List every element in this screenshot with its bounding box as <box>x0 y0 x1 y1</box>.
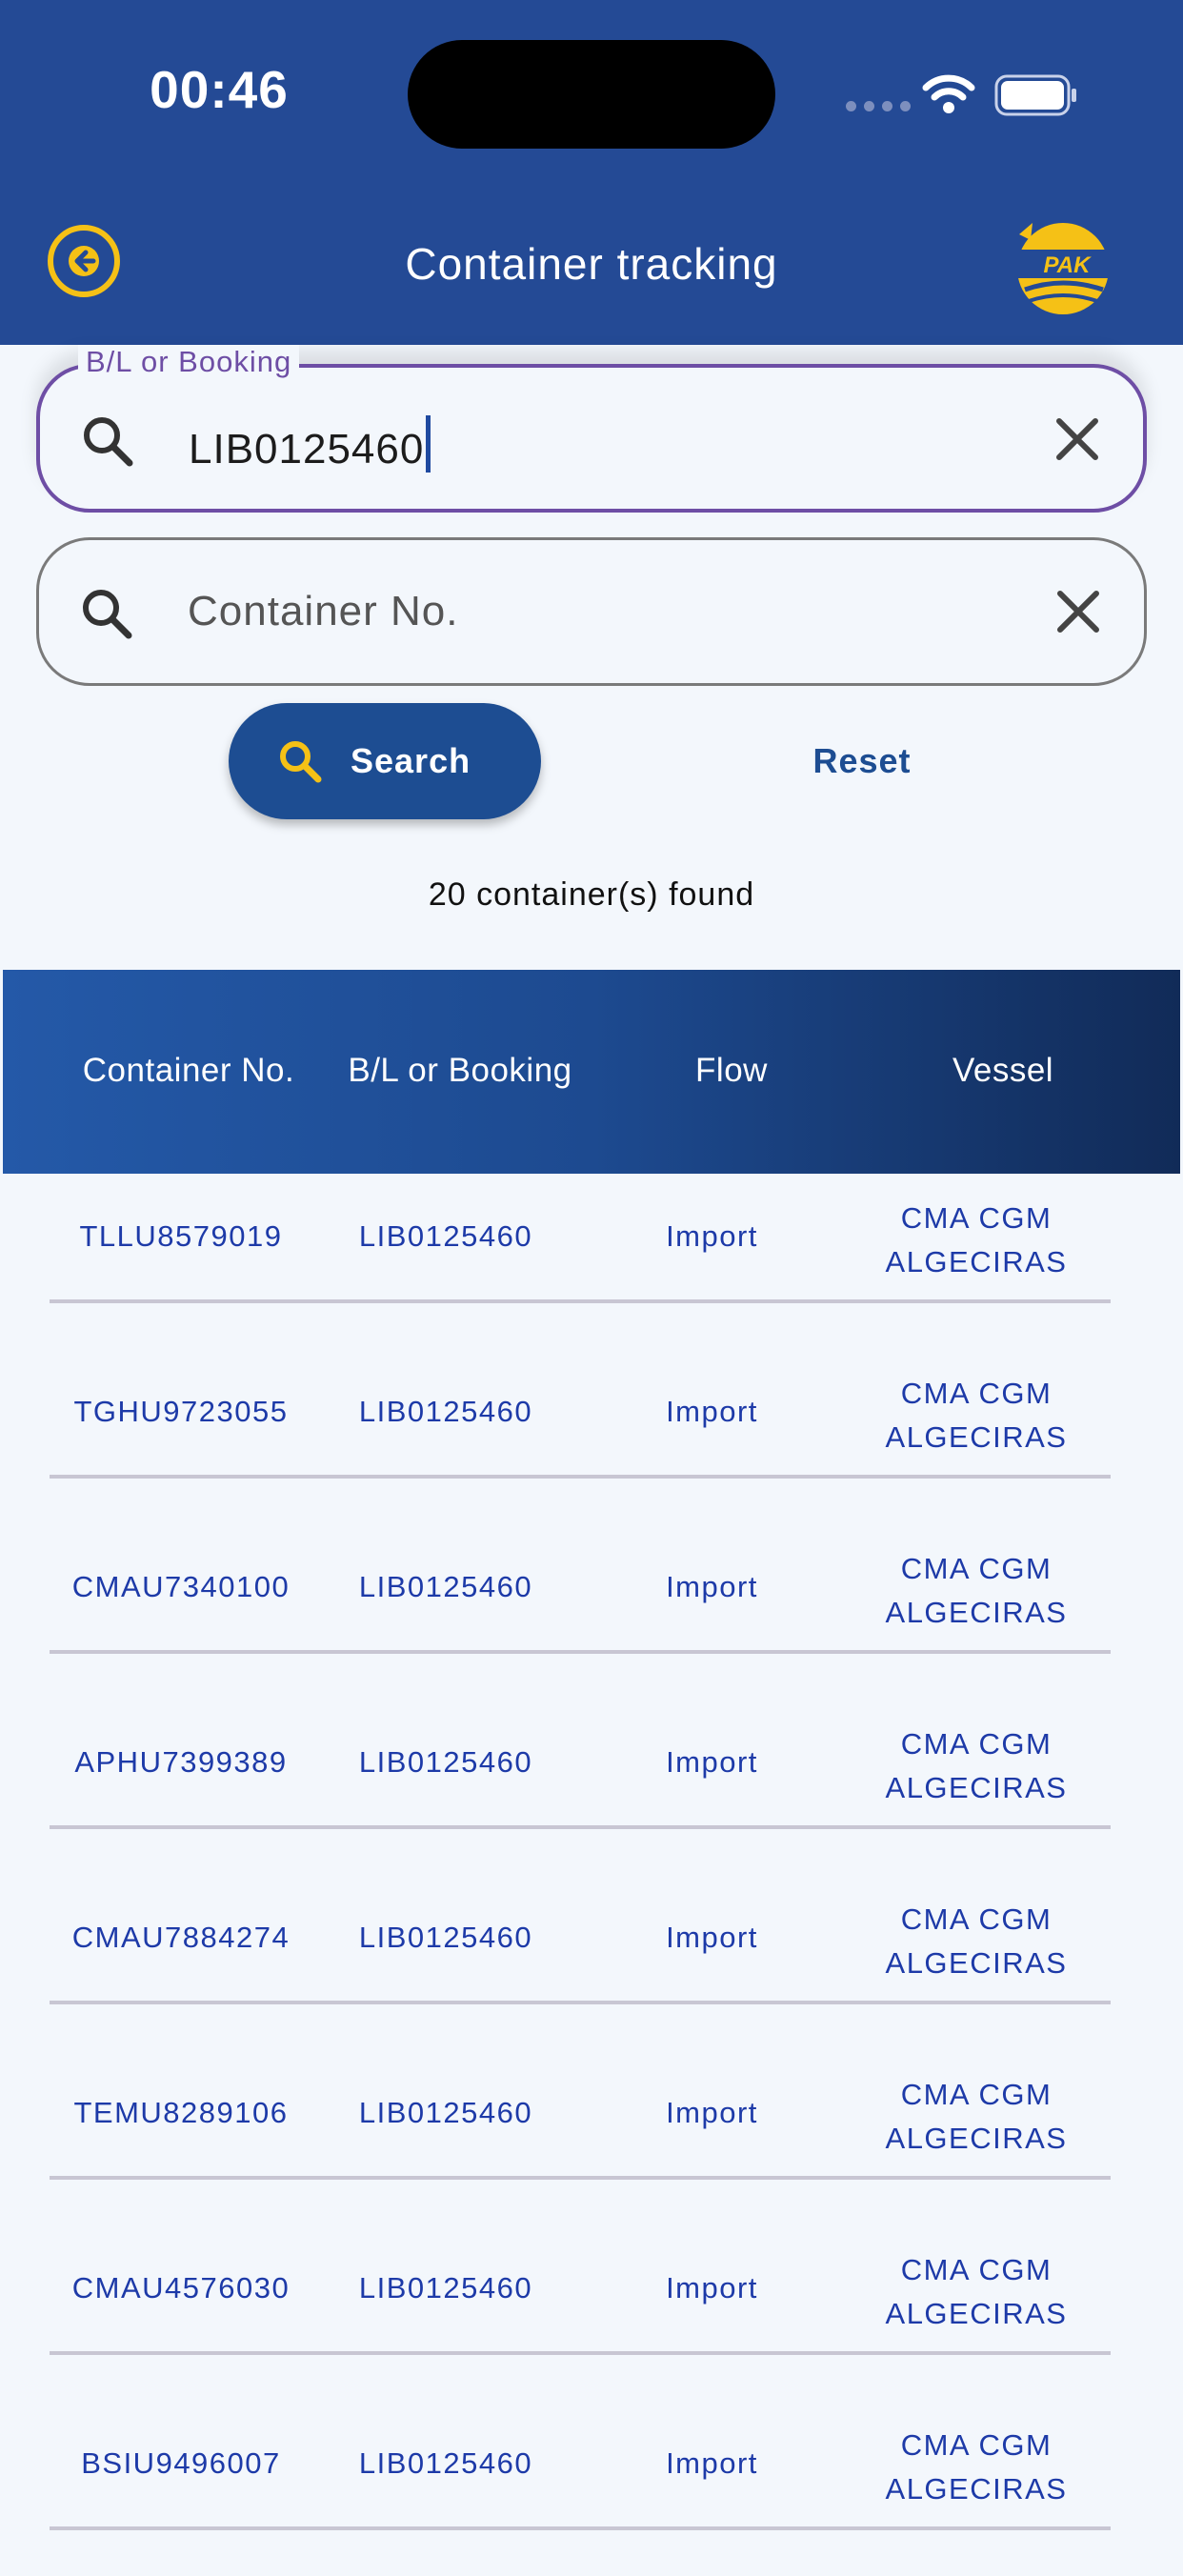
table-row[interactable]: BSIU9496007 LIB0125460 Import CMA CGM AL… <box>0 2401 1183 2576</box>
container-no-cell: BSIU9496007 <box>81 2446 281 2480</box>
booking-field-label: B/L or Booking <box>78 345 300 379</box>
result-count: 20 container(s) found <box>428 876 755 913</box>
vessel-cell: CMA CGM ALGECIRAS <box>885 1902 1068 1980</box>
search-button-label: Search <box>351 741 471 780</box>
vessel-cell: CMA CGM ALGECIRAS <box>885 2078 1068 2155</box>
flow-cell: Import <box>666 2446 758 2480</box>
status-time: 00:46 <box>150 60 289 119</box>
app-header: 00:46 Container tracking PAK <box>0 0 1183 345</box>
container-input-placeholder[interactable]: Container No. <box>188 588 458 635</box>
search-icon <box>83 590 132 639</box>
text-cursor <box>426 415 431 473</box>
vessel-cell: CMA CGM ALGECIRAS <box>885 2428 1068 2506</box>
table-row[interactable]: APHU7399389 LIB0125460 Import CMA CGM AL… <box>0 1700 1183 1875</box>
container-no-cell: TLLU8579019 <box>79 1219 283 1253</box>
close-icon[interactable] <box>1053 415 1101 463</box>
booking-cell: LIB0125460 <box>358 1745 533 1779</box>
row-divider <box>50 2176 1111 2180</box>
vessel-cell: CMA CGM ALGECIRAS <box>885 2253 1068 2330</box>
flow-cell: Import <box>666 1219 758 1253</box>
vessel-cell: CMA CGM ALGECIRAS <box>885 1201 1068 1278</box>
column-header-container: Container No. <box>82 1052 295 1089</box>
vessel-cell: CMA CGM ALGECIRAS <box>885 1552 1068 1629</box>
flow-cell: Import <box>666 1570 758 1603</box>
container-no-cell: TEMU8289106 <box>73 2096 289 2129</box>
flow-cell: Import <box>666 1745 758 1779</box>
booking-cell: LIB0125460 <box>358 2271 533 2304</box>
table-row[interactable]: CMAU4576030 LIB0125460 Import CMA CGM AL… <box>0 2225 1183 2401</box>
column-header-flow: Flow <box>695 1052 768 1089</box>
row-divider <box>50 2351 1111 2355</box>
row-divider <box>50 2526 1111 2530</box>
table-row[interactable]: TLLU8579019 LIB0125460 Import CMA CGM AL… <box>0 1174 1183 1349</box>
table-row[interactable]: TGHU9723055 LIB0125460 Import CMA CGM AL… <box>0 1349 1183 1524</box>
flow-cell: Import <box>666 2271 758 2304</box>
booking-input[interactable]: LIB0125460 <box>189 415 431 473</box>
row-divider <box>50 1299 1111 1303</box>
vessel-cell: CMA CGM ALGECIRAS <box>885 1377 1068 1454</box>
booking-field[interactable]: B/L or Booking LIB0125460 <box>36 345 1147 513</box>
container-no-cell: CMAU7884274 <box>71 1921 291 1954</box>
table-header: Container No. B/L or Booking Flow Vessel <box>3 970 1180 1174</box>
row-divider <box>50 2001 1111 2004</box>
booking-cell: LIB0125460 <box>358 1219 533 1253</box>
row-divider <box>50 1475 1111 1479</box>
row-divider <box>50 1825 1111 1829</box>
table-row[interactable]: CMAU7340100 LIB0125460 Import CMA CGM AL… <box>0 1524 1183 1700</box>
wifi-icon <box>922 74 975 113</box>
flow-cell: Import <box>666 1395 758 1428</box>
column-header-booking: B/L or Booking <box>348 1052 572 1089</box>
flow-cell: Import <box>666 1921 758 1954</box>
booking-cell: LIB0125460 <box>358 1570 533 1603</box>
reset-button[interactable]: Reset <box>762 741 962 781</box>
page-title: Container tracking <box>405 239 778 289</box>
logo-text: PAK <box>1044 252 1093 278</box>
vessel-cell: CMA CGM ALGECIRAS <box>885 1727 1068 1804</box>
container-field[interactable]: Container No. <box>36 537 1147 686</box>
pak-logo: PAK <box>1017 223 1109 314</box>
booking-cell: LIB0125460 <box>358 2096 533 2129</box>
table-row[interactable]: CMAU7884274 LIB0125460 Import CMA CGM AL… <box>0 1875 1183 2050</box>
booking-input-value: LIB0125460 <box>189 426 425 473</box>
booking-cell: LIB0125460 <box>358 2446 533 2480</box>
container-list: TLLU8579019 LIB0125460 Import CMA CGM AL… <box>0 1174 1183 2576</box>
container-no-cell: TGHU9723055 <box>73 1395 289 1428</box>
search-icon <box>280 741 322 783</box>
close-icon[interactable] <box>1054 588 1102 635</box>
column-header-vessel: Vessel <box>952 1052 1054 1089</box>
battery-icon <box>994 74 1076 116</box>
row-divider <box>50 1650 1111 1654</box>
search-button[interactable]: Search <box>229 703 541 819</box>
flow-cell: Import <box>666 2096 758 2129</box>
container-no-cell: CMAU7340100 <box>71 1570 291 1603</box>
table-row[interactable]: TEMU8289106 LIB0125460 Import CMA CGM AL… <box>0 2050 1183 2225</box>
booking-cell: LIB0125460 <box>358 1921 533 1954</box>
search-icon <box>84 417 133 467</box>
booking-cell: LIB0125460 <box>358 1395 533 1428</box>
cellular-signal-icon <box>846 101 911 111</box>
container-no-cell: APHU7399389 <box>74 1745 288 1779</box>
dynamic-island <box>408 40 775 149</box>
container-no-cell: CMAU4576030 <box>71 2271 291 2304</box>
